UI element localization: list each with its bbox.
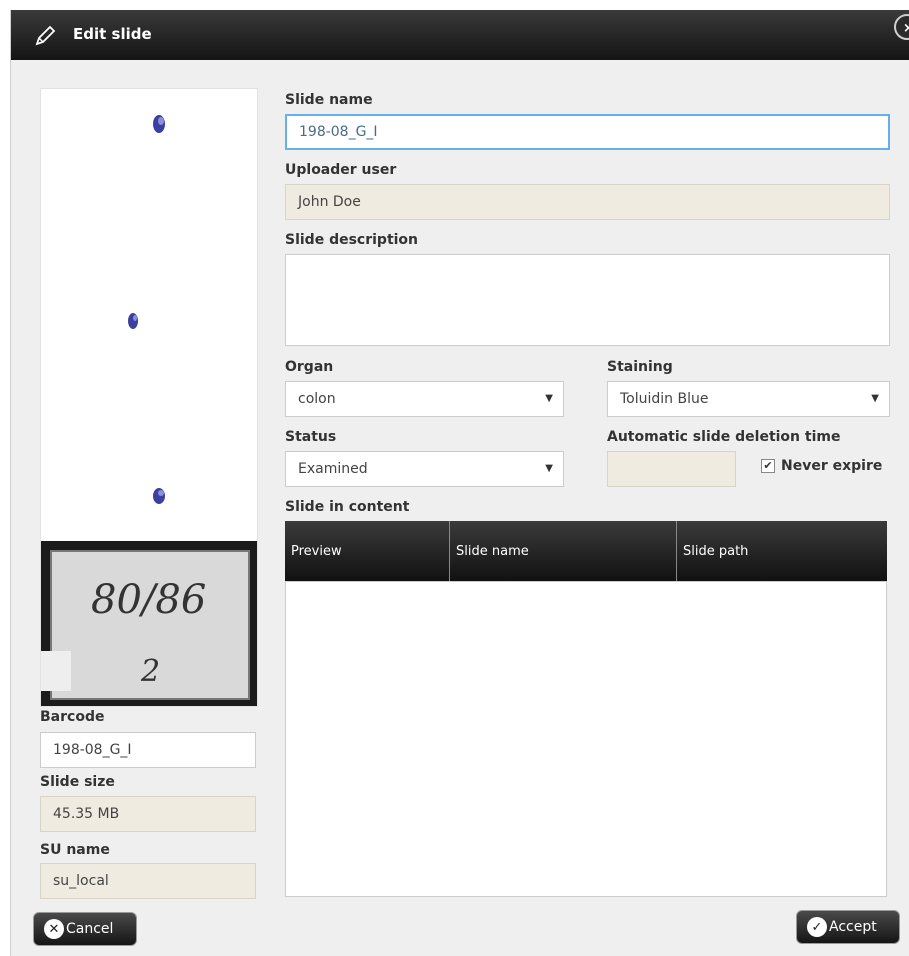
dropdown-arrow-icon: ▼ bbox=[545, 463, 553, 474]
content-grid-header: Preview Slide name Slide path bbox=[285, 521, 887, 581]
check-circle-icon: ✓ bbox=[807, 917, 827, 937]
never-expire-label: Never expire bbox=[781, 458, 883, 474]
dialog-titlebar: Edit slide × bbox=[11, 10, 909, 60]
slide-name-label: Slide name bbox=[285, 92, 373, 108]
barcode-field[interactable]: 198-08_G_I bbox=[40, 732, 256, 768]
slide-label-image: 80/86 2 bbox=[41, 541, 257, 706]
pencil-icon bbox=[35, 25, 56, 46]
x-circle-icon: ✕ bbox=[44, 919, 64, 939]
column-header-preview[interactable]: Preview bbox=[285, 521, 450, 581]
dialog-title: Edit slide bbox=[73, 25, 152, 43]
barcode-label: Barcode bbox=[40, 709, 105, 725]
accept-label: Accept bbox=[829, 919, 877, 935]
status-select[interactable]: Examined ▼ bbox=[285, 451, 564, 487]
edit-slide-dialog: Edit slide × 80/86 2 Barcode 198-08_G_I … bbox=[10, 10, 909, 956]
accept-button[interactable]: ✓ Accept bbox=[796, 910, 900, 944]
slide-in-content-label: Slide in content bbox=[285, 499, 410, 515]
uploader-user-label: Uploader user bbox=[285, 162, 397, 178]
handwritten-mark: 2 bbox=[140, 654, 160, 689]
su-name-field: su_local bbox=[40, 863, 256, 899]
close-icon[interactable]: × bbox=[894, 14, 909, 40]
organ-value: colon bbox=[298, 391, 336, 407]
staining-select[interactable]: Toluidin Blue ▼ bbox=[607, 381, 890, 417]
status-label: Status bbox=[285, 429, 337, 445]
su-name-label: SU name bbox=[40, 842, 110, 858]
never-expire-checkbox[interactable]: ✔ Never expire bbox=[761, 458, 882, 474]
organ-select[interactable]: colon ▼ bbox=[285, 381, 564, 417]
content-grid-body bbox=[285, 581, 887, 897]
slide-size-label: Slide size bbox=[40, 774, 115, 790]
handwritten-number: 80/86 bbox=[91, 577, 206, 623]
cancel-label: Cancel bbox=[66, 921, 114, 937]
slide-description-label: Slide description bbox=[285, 232, 419, 248]
staining-label: Staining bbox=[607, 359, 673, 375]
slide-size-field: 45.35 MB bbox=[40, 796, 256, 832]
cancel-button[interactable]: ✕ Cancel bbox=[33, 912, 137, 946]
organ-label: Organ bbox=[285, 359, 334, 375]
column-header-slide-name[interactable]: Slide name bbox=[450, 521, 677, 581]
slide-description-textarea[interactable] bbox=[285, 254, 890, 346]
tissue-samples bbox=[128, 115, 165, 504]
slide-name-input[interactable]: 198-08_G_I bbox=[285, 114, 890, 150]
uploader-user-field: John Doe bbox=[285, 184, 890, 220]
column-header-slide-path[interactable]: Slide path bbox=[677, 521, 887, 581]
staining-value: Toluidin Blue bbox=[620, 391, 709, 407]
slide-preview-image: 80/86 2 bbox=[40, 88, 258, 707]
status-value: Examined bbox=[298, 461, 368, 477]
dropdown-arrow-icon: ▼ bbox=[545, 393, 553, 404]
deletion-time-field[interactable] bbox=[607, 451, 736, 487]
dropdown-arrow-icon: ▼ bbox=[871, 393, 879, 404]
checkmark-icon[interactable]: ✔ bbox=[761, 459, 775, 473]
deletion-time-label: Automatic slide deletion time bbox=[607, 429, 841, 445]
